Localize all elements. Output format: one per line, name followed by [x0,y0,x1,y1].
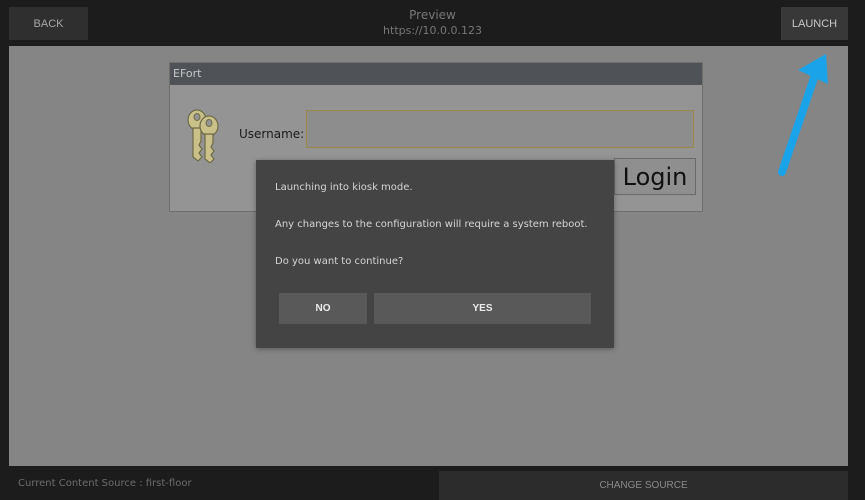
current-source-label: Current Content Source : first-floor [18,478,192,489]
top-bar: BACK Preview https://10.0.0.123 LAUNCH [0,0,865,46]
username-input[interactable] [306,110,694,148]
login-button[interactable]: Login [614,158,696,195]
dialog-message-reboot: Any changes to the configuration will re… [275,219,588,230]
username-label: Username: [239,127,305,141]
dialog-message-continue: Do you want to continue? [275,256,404,267]
confirm-dialog: Launching into kiosk mode. Any changes t… [256,160,614,348]
login-window-title: EFort [170,63,702,85]
bottom-bar: Current Content Source : first-floor CHA… [0,466,865,500]
yes-button[interactable]: YES [374,293,591,324]
preview-url: https://10.0.0.123 [383,24,482,37]
dialog-message-kiosk: Launching into kiosk mode. [275,182,413,193]
keys-icon [187,109,219,163]
arrow-icon [778,54,828,176]
launch-button[interactable]: LAUNCH [781,7,848,40]
change-source-button[interactable]: CHANGE SOURCE [439,471,848,500]
no-button[interactable]: NO [279,293,367,324]
preview-title: Preview [409,8,456,22]
